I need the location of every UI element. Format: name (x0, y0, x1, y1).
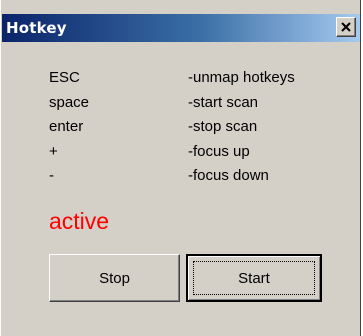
close-x-icon (341, 22, 351, 32)
hotkey-key-minus: - (49, 167, 54, 184)
hotkey-desc-enter: -stop scan (188, 118, 258, 135)
title-bar[interactable]: Hotkey (2, 14, 360, 42)
window-title: Hotkey (6, 19, 67, 37)
hotkey-key-esc: ESC (49, 69, 80, 86)
hotkey-desc-plus: -focus up (188, 143, 250, 160)
hotkey-key-enter: enter (49, 118, 84, 135)
hotkey-desc-esc: -unmap hotkeys (188, 69, 295, 86)
hotkey-desc-space: -start scan (188, 94, 259, 111)
stop-button[interactable]: Stop (49, 254, 180, 302)
start-button-label: Start (238, 269, 270, 287)
status-label: active (49, 208, 110, 234)
stop-button-label: Stop (99, 269, 130, 287)
start-button[interactable]: Start (186, 254, 322, 302)
hotkey-dialog: Hotkey ESC -unmap hotkeys space -start s… (0, 0, 361, 336)
hotkey-desc-minus: -focus down (188, 167, 269, 184)
hotkey-key-plus: + (49, 143, 58, 160)
hotkey-key-space: space (49, 94, 90, 111)
close-button[interactable] (336, 17, 356, 37)
